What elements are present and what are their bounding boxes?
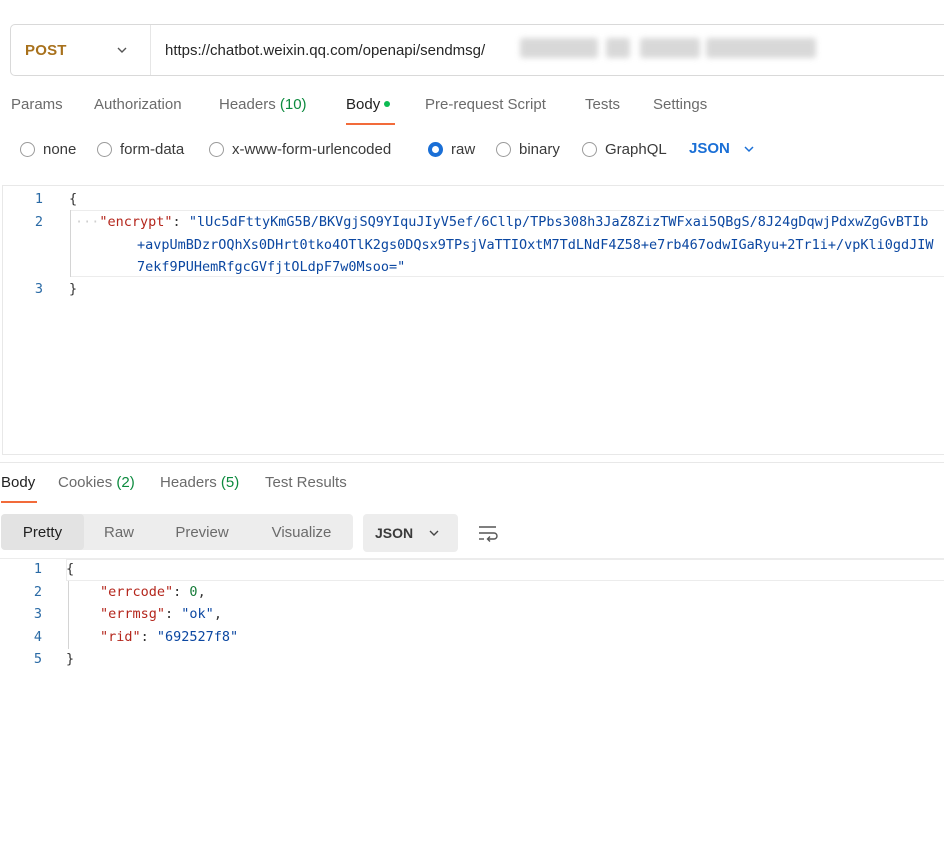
radio-graphql[interactable]: GraphQL [582,141,667,158]
headers-count: (10) [279,96,307,113]
chevron-down-icon [744,145,754,152]
radio-circle [20,142,35,157]
response-divider [0,462,944,463]
radio-circle-checked [428,142,443,157]
radio-binary[interactable]: binary [496,141,560,158]
tab-params[interactable]: Params [11,96,63,113]
whitespace-dots: ··· [75,214,100,230]
tab-settings[interactable]: Settings [653,96,707,113]
body-type-radios: none form-data x-www-form-urlencoded raw… [0,140,944,162]
active-tab-underline [346,123,395,125]
line-number: 1 [33,561,42,577]
radio-none[interactable]: none [20,141,76,158]
code-line-wrap: 7ekf9PUHemRfgcGVfjtOLdpF7w0Msoo=" [137,259,406,275]
radio-circle [209,142,224,157]
response-tabs: Body Cookies (2) Headers (5) Test Result… [0,474,944,504]
view-visualize-button[interactable]: Visualize [250,514,353,550]
line-number: 2 [33,584,42,600]
radio-form-data[interactable]: form-data [97,141,184,158]
code-line-errcode: "errcode": 0, [100,584,206,600]
response-body-viewer[interactable]: 1 2 3 4 5 { "errcode": 0, "errmsg": "ok"… [0,559,944,679]
tab-headers[interactable]: Headers (10) [219,96,307,113]
wrap-lines-icon[interactable] [476,522,500,544]
redacted-url-part [706,38,816,58]
redacted-url-part [520,38,598,58]
code-line-encrypt: ···"encrypt": "lUc5dFttyKmG5B/BKVgjSQ9YI… [75,214,928,230]
view-raw-button[interactable]: Raw [84,514,154,550]
redacted-url-part [606,38,630,58]
request-tabs: Params Authorization Headers (10) Body P… [0,92,944,126]
chevron-down-icon [429,530,439,536]
radio-circle [582,142,597,157]
indent-guide [68,581,69,649]
response-tab-test-results[interactable]: Test Results [265,474,347,491]
response-format-label: JSON [375,525,414,541]
method-select[interactable]: POST [11,25,151,75]
response-tab-headers[interactable]: Headers (5) [160,474,239,491]
line-number: 1 [34,191,43,207]
headers-count: (5) [220,474,240,491]
response-tab-body[interactable]: Body [1,474,35,491]
method-label: POST [25,41,67,59]
body-language-label: JSON [689,140,730,157]
line-number: 3 [33,606,42,622]
code-close-brace: } [69,281,78,297]
body-indicator-dot [384,101,391,108]
line-number: 3 [34,281,43,297]
tab-authorization[interactable]: Authorization [94,96,182,113]
json-key: "encrypt" [99,214,173,230]
url-text: https://chatbot.weixin.qq.com/openapi/se… [165,41,486,59]
code-line-rid: "rid": "692527f8" [100,629,239,645]
view-preview-button[interactable]: Preview [154,514,250,550]
view-pretty-button[interactable]: Pretty [1,514,84,550]
line-number: 5 [33,651,42,667]
cookies-count: (2) [116,474,135,491]
code-close-brace: } [66,651,75,667]
request-body-editor[interactable]: 1 2 3 { ···"encrypt": "lUc5dFttyKmG5B/BK… [2,185,944,455]
json-value: "lUc5dFttyKmG5B/BKVgjSQ9YIquJIyV5ef/6Cll… [188,214,929,230]
code-open-brace: { [69,191,78,207]
tab-body[interactable]: Body [346,96,391,113]
json-colon: : [172,214,189,230]
view-mode-group: Pretty Raw Preview Visualize [1,514,353,550]
redacted-url-part [640,38,700,58]
code-open-brace: { [66,561,75,577]
radio-x-www-form-urlencoded[interactable]: x-www-form-urlencoded [209,141,391,158]
active-tab-underline [1,501,37,503]
line-number: 4 [33,629,42,645]
code-line-wrap: +avpUmBDzrOQhXs0DHrt0tko4OTlK2gs0DQsx9TP… [137,237,934,253]
radio-raw[interactable]: raw [428,141,475,158]
radio-circle [496,142,511,157]
radio-circle [97,142,112,157]
response-tab-cookies[interactable]: Cookies (2) [58,474,135,491]
code-line-errmsg: "errmsg": "ok", [100,606,222,622]
response-format-select[interactable]: JSON [363,514,458,552]
body-language-select[interactable]: JSON [689,140,756,157]
line-number: 2 [34,214,43,230]
chevron-down-icon [117,47,127,53]
tab-pre-request-script[interactable]: Pre-request Script [425,96,546,113]
tab-tests[interactable]: Tests [585,96,620,113]
